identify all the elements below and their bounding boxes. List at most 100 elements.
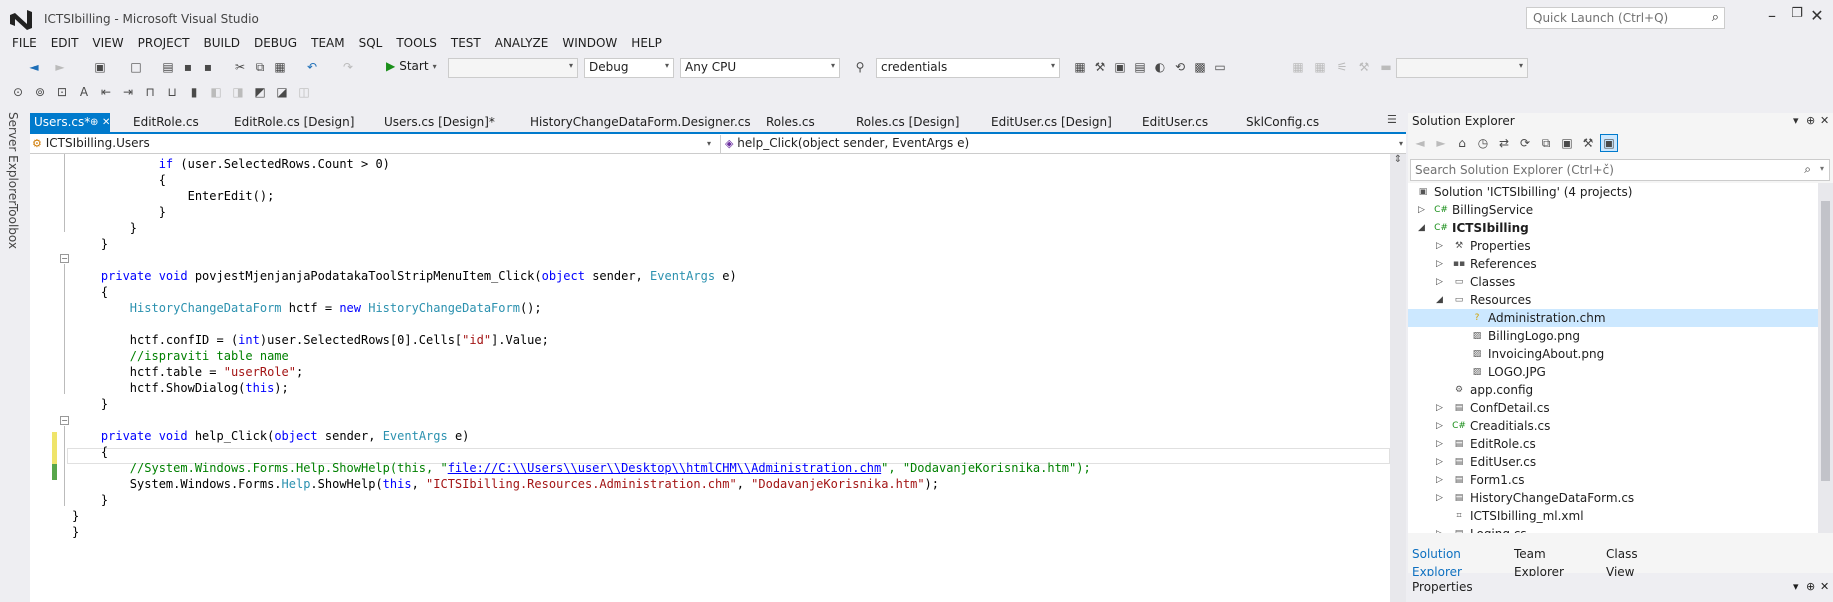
close-panel-icon[interactable]: ✕ bbox=[1820, 114, 1829, 127]
expand-arrow-icon[interactable]: ▷ bbox=[1436, 489, 1443, 507]
platform-dropdown[interactable]: Any CPU ▾ bbox=[680, 58, 840, 78]
doc-tab-users-design[interactable]: Users.cs [Design]* bbox=[380, 113, 495, 132]
tree-item-resources[interactable]: ◢ ▭ Resources bbox=[1408, 291, 1818, 309]
tree-item-administration-chm[interactable]: ? Administration.chm bbox=[1408, 309, 1818, 327]
doc-tab-edituser-design[interactable]: EditUser.cs [Design] bbox=[987, 113, 1112, 132]
expand-arrow-icon[interactable]: ▷ bbox=[1436, 417, 1443, 435]
collapse-arrow-icon[interactable]: ◢ bbox=[1436, 291, 1443, 309]
menu-project[interactable]: PROJECT bbox=[131, 34, 197, 52]
menu-edit[interactable]: EDIT bbox=[44, 34, 86, 52]
server-explorer-tab[interactable]: Server Explorer bbox=[6, 112, 20, 205]
solution-explorer-scrollbar[interactable] bbox=[1818, 183, 1833, 533]
collapse-all-icon[interactable]: ⧉ bbox=[1538, 135, 1554, 151]
attach-target-dropdown[interactable]: ▾ bbox=[448, 58, 578, 78]
uncomment-icon[interactable]: ⊔ bbox=[164, 84, 180, 100]
doc-tab-editrole-design[interactable]: EditRole.cs [Design] bbox=[230, 113, 354, 132]
class-selector-dropdown[interactable]: ⚙ ICTSIbilling.Users ▾ bbox=[32, 135, 714, 153]
next-bookmark-folder-icon[interactable]: ◪ bbox=[274, 84, 290, 100]
prev-bookmark-folder-icon[interactable]: ◩ bbox=[252, 84, 268, 100]
menu-file[interactable]: FILE bbox=[0, 34, 44, 52]
configuration-dropdown[interactable]: Debug ▾ bbox=[584, 58, 674, 78]
undo-icon[interactable]: ↶ bbox=[304, 59, 320, 75]
doc-tab-editrole-cs[interactable]: EditRole.cs bbox=[129, 113, 199, 132]
close-button[interactable]: ✕ bbox=[1801, 6, 1833, 28]
tree-item-billinglogo-png[interactable]: ▨ BillingLogo.png bbox=[1408, 327, 1818, 345]
properties-wrench-icon[interactable]: ⚒ bbox=[1580, 135, 1596, 151]
menu-build[interactable]: BUILD bbox=[196, 34, 246, 52]
menu-tools[interactable]: TOOLS bbox=[389, 34, 444, 52]
properties-icon[interactable]: ⚒ bbox=[1092, 59, 1108, 75]
start-page-icon[interactable]: ⟲ bbox=[1172, 59, 1188, 75]
paste-icon[interactable]: ▦ bbox=[272, 59, 288, 75]
collapse-region-icon[interactable]: − bbox=[60, 254, 69, 263]
quick-info-icon[interactable]: ⊙ bbox=[10, 84, 26, 100]
menu-test[interactable]: TEST bbox=[444, 34, 488, 52]
preview-selected-icon[interactable]: ▣ bbox=[1600, 134, 1618, 152]
navigate-forward-icon[interactable]: ► bbox=[52, 59, 68, 75]
extensions-icon[interactable]: ▩ bbox=[1192, 59, 1208, 75]
doc-tab-historychangedataform-designer[interactable]: HistoryChangeDataForm.Designer.cs bbox=[526, 113, 751, 132]
solution-explorer-search-input[interactable]: Search Solution Explorer (Ctrl+č) ⌕ ▾ bbox=[1410, 159, 1830, 181]
toolbox-icon[interactable]: ▤ bbox=[1132, 59, 1148, 75]
panel-menu-icon[interactable]: ▾ bbox=[1793, 580, 1799, 593]
expand-arrow-icon[interactable]: ▷ bbox=[1436, 471, 1443, 489]
expand-arrow-icon[interactable]: ▷ bbox=[1436, 237, 1443, 255]
menu-view[interactable]: VIEW bbox=[85, 34, 130, 52]
tree-item-properties[interactable]: ▷ ⚒ Properties bbox=[1408, 237, 1818, 255]
collapse-arrow-icon[interactable]: ◢ bbox=[1418, 219, 1425, 237]
tree-item-billingservice[interactable]: ▷ C# BillingService bbox=[1408, 201, 1818, 219]
pending-changes-filter-icon[interactable]: ◷ bbox=[1475, 135, 1491, 151]
doc-tab-roles-design[interactable]: Roles.cs [Design] bbox=[852, 113, 959, 132]
add-item-icon[interactable]: □ bbox=[128, 59, 144, 75]
editor-vertical-scrollbar[interactable] bbox=[1390, 154, 1406, 602]
increase-indent-icon[interactable]: ⇥ bbox=[120, 84, 136, 100]
doc-tab-users-cs[interactable]: Users.cs* ⊕ ✕ bbox=[30, 113, 110, 132]
split-window-icon[interactable]: ⇕ bbox=[1390, 154, 1406, 168]
doc-tab-roles-cs[interactable]: Roles.cs bbox=[762, 113, 815, 132]
doc-tab-edituser-cs[interactable]: EditUser.cs bbox=[1138, 113, 1208, 132]
team-explorer-icon[interactable]: ◐ bbox=[1152, 59, 1168, 75]
tree-item-loging-cs[interactable]: ▷ ▤ Loging.cs bbox=[1408, 525, 1818, 533]
expand-arrow-icon[interactable]: ▷ bbox=[1436, 399, 1443, 417]
home-icon[interactable]: ⌂ bbox=[1454, 135, 1470, 151]
decrease-indent-icon[interactable]: ⇤ bbox=[98, 84, 114, 100]
tree-item-editrole-cs[interactable]: ▷ ▤ EditRole.cs bbox=[1408, 435, 1818, 453]
tree-item-solution[interactable]: ▣ Solution 'ICTSIbilling' (4 projects) bbox=[1408, 183, 1818, 201]
tree-item-creaditials-cs[interactable]: ▷ C# Creaditials.cs bbox=[1408, 417, 1818, 435]
complete-word-icon[interactable]: ⊡ bbox=[54, 84, 70, 100]
redo-icon[interactable]: ↷ bbox=[340, 59, 356, 75]
pin-icon[interactable]: ⊕ bbox=[90, 113, 98, 132]
copy-icon[interactable]: ⧉ bbox=[252, 59, 268, 75]
tree-item-ictsibilling-ml-xml[interactable]: ⌗ ICTSIbilling_ml.xml bbox=[1408, 507, 1818, 525]
new-project-icon[interactable]: ▣ bbox=[92, 59, 108, 75]
parameter-info-icon[interactable]: ⊚ bbox=[32, 84, 48, 100]
pin-icon[interactable]: ⊕ bbox=[1806, 114, 1815, 127]
panel-menu-icon[interactable]: ▾ bbox=[1793, 114, 1799, 127]
scrollbar-thumb[interactable] bbox=[1821, 201, 1830, 481]
tree-item-form1-cs[interactable]: ▷ ▤ Form1.cs bbox=[1408, 471, 1818, 489]
expand-arrow-icon[interactable]: ▷ bbox=[1436, 453, 1443, 471]
menu-debug[interactable]: DEBUG bbox=[247, 34, 304, 52]
menu-team[interactable]: TEAM bbox=[304, 34, 351, 52]
close-panel-icon[interactable]: ✕ bbox=[1820, 580, 1829, 593]
solution-explorer-icon[interactable]: ▦ bbox=[1072, 59, 1088, 75]
expand-arrow-icon[interactable]: ▷ bbox=[1436, 255, 1443, 273]
member-selector-dropdown[interactable]: ◈ help_Click(object sender, EventArgs e)… bbox=[720, 135, 1406, 153]
expand-arrow-icon[interactable]: ▷ bbox=[1436, 525, 1443, 533]
code-editor[interactable]: − − if (user.SelectedRows.Count > 0) { E… bbox=[30, 154, 1390, 602]
expand-arrow-icon[interactable]: ▷ bbox=[1436, 435, 1443, 453]
sync-icon[interactable]: ⇄ bbox=[1496, 135, 1512, 151]
pin-icon[interactable]: ⊕ bbox=[1806, 580, 1815, 593]
open-file-icon[interactable]: ▤ bbox=[160, 59, 176, 75]
list-members-icon[interactable]: A bbox=[76, 84, 92, 100]
collapse-region-icon[interactable]: − bbox=[60, 416, 69, 425]
expand-arrow-icon[interactable]: ▷ bbox=[1436, 273, 1443, 291]
tree-item-app-config[interactable]: ⚙ app.config bbox=[1408, 381, 1818, 399]
tree-item-confdetail-cs[interactable]: ▷ ▤ ConfDetail.cs bbox=[1408, 399, 1818, 417]
expand-arrow-icon[interactable]: ▷ bbox=[1418, 201, 1425, 219]
menu-sql[interactable]: SQL bbox=[352, 34, 390, 52]
menu-window[interactable]: WINDOW bbox=[555, 34, 624, 52]
cut-icon[interactable]: ✂ bbox=[232, 59, 248, 75]
close-tab-icon[interactable]: ✕ bbox=[102, 113, 110, 132]
tree-item-classes[interactable]: ▷ ▭ Classes bbox=[1408, 273, 1818, 291]
